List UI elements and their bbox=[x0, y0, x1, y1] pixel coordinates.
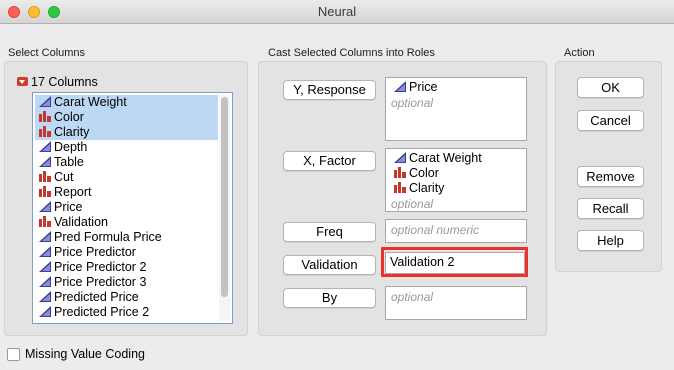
continuous-icon bbox=[39, 291, 51, 302]
by-button[interactable]: By bbox=[283, 288, 376, 308]
continuous-icon bbox=[394, 152, 406, 163]
column-label: Clarity bbox=[54, 125, 90, 139]
by-field[interactable]: optional bbox=[385, 286, 527, 320]
nominal-icon bbox=[39, 186, 51, 197]
column-label: Price bbox=[54, 200, 83, 214]
nominal-icon bbox=[39, 126, 51, 137]
column-list-item[interactable]: Price Predictor 2 bbox=[35, 260, 248, 275]
column-list-item[interactable]: Validation bbox=[35, 215, 248, 230]
column-list-item[interactable]: Table bbox=[35, 155, 248, 170]
y-response-list[interactable]: Price optional bbox=[385, 77, 527, 141]
column-label: Carat Weight bbox=[54, 95, 127, 109]
column-label: Predicted Price bbox=[54, 290, 139, 304]
disclosure-triangle-icon[interactable] bbox=[17, 77, 28, 86]
freq-field[interactable]: optional numeric bbox=[385, 219, 527, 243]
nominal-icon bbox=[394, 182, 406, 193]
column-list-item[interactable]: Pred Formula Price bbox=[35, 230, 248, 245]
column-list-item[interactable]: Carat Weight bbox=[35, 95, 218, 110]
help-button[interactable]: Help bbox=[577, 230, 644, 251]
column-list-item[interactable]: Price bbox=[35, 200, 248, 215]
column-count-label: 17 Columns bbox=[31, 75, 98, 89]
cancel-button[interactable]: Cancel bbox=[577, 110, 644, 131]
column-list-item[interactable]: Depth bbox=[35, 140, 248, 155]
select-columns-heading: Select Columns bbox=[8, 47, 86, 59]
x-factor-optional: optional bbox=[391, 197, 434, 211]
x-factor-button[interactable]: X, Factor bbox=[283, 151, 376, 171]
column-label: Validation bbox=[54, 215, 108, 229]
scrollbar-thumb[interactable] bbox=[221, 97, 228, 297]
column-label: Cut bbox=[54, 170, 74, 184]
column-list-scrollbar[interactable] bbox=[219, 95, 230, 321]
nominal-icon bbox=[39, 171, 51, 182]
remove-button[interactable]: Remove bbox=[577, 166, 644, 187]
continuous-icon bbox=[39, 231, 51, 242]
y-response-optional: optional bbox=[391, 96, 434, 110]
list-item[interactable]: Carat Weight bbox=[390, 151, 482, 166]
column-list-item[interactable]: Color bbox=[35, 110, 218, 125]
freq-optional: optional numeric bbox=[391, 223, 480, 237]
column-label: Depth bbox=[54, 140, 88, 154]
missing-value-coding-label: Missing Value Coding bbox=[25, 347, 145, 361]
recall-button[interactable]: Recall bbox=[577, 198, 644, 219]
column-list[interactable]: Carat Weight Color Clarity Depth Table Cut Rep… bbox=[32, 92, 233, 324]
column-list-item[interactable]: Report bbox=[35, 185, 248, 200]
ok-button[interactable]: OK bbox=[577, 77, 644, 98]
nominal-icon bbox=[39, 111, 51, 122]
continuous-icon bbox=[394, 81, 406, 92]
freq-button[interactable]: Freq bbox=[283, 222, 376, 242]
column-label: Price Predictor 3 bbox=[54, 275, 147, 289]
by-optional: optional bbox=[391, 290, 434, 304]
title-bar: Neural bbox=[0, 0, 674, 24]
column-label: Price Predictor bbox=[54, 245, 136, 259]
action-heading: Action bbox=[564, 47, 595, 59]
window-title: Neural bbox=[317, 4, 357, 19]
continuous-icon bbox=[39, 156, 51, 167]
y-response-button[interactable]: Y, Response bbox=[283, 80, 376, 100]
continuous-icon bbox=[39, 276, 51, 287]
column-label: Report bbox=[54, 185, 92, 199]
column-label: Table bbox=[54, 155, 84, 169]
cast-roles-heading: Cast Selected Columns into Roles bbox=[268, 47, 435, 59]
list-item[interactable]: Price bbox=[390, 80, 437, 95]
column-label: Color bbox=[54, 110, 84, 124]
continuous-icon bbox=[39, 201, 51, 212]
validation-button[interactable]: Validation bbox=[283, 255, 376, 275]
column-list-item[interactable]: Clarity bbox=[35, 125, 218, 140]
column-list-item[interactable]: Price Predictor 3 bbox=[35, 275, 248, 290]
column-label: Price Predictor 2 bbox=[54, 260, 147, 274]
column-label: Pred Formula Price bbox=[54, 230, 162, 244]
continuous-icon bbox=[39, 261, 51, 272]
continuous-icon bbox=[39, 246, 51, 257]
column-list-item[interactable]: Cut bbox=[35, 170, 248, 185]
nominal-icon bbox=[394, 167, 406, 178]
list-item[interactable]: Color bbox=[390, 166, 439, 181]
column-list-item[interactable]: Predicted Price 2 bbox=[35, 305, 248, 320]
column-list-item[interactable]: Price Predictor bbox=[35, 245, 248, 260]
list-item[interactable]: Clarity bbox=[390, 181, 444, 196]
x-factor-list[interactable]: Carat Weight Color Clarity optional bbox=[385, 148, 527, 212]
column-label: Predicted Price 2 bbox=[54, 305, 150, 319]
continuous-icon bbox=[39, 141, 51, 152]
continuous-icon bbox=[39, 96, 51, 107]
missing-value-coding-checkbox[interactable] bbox=[7, 348, 20, 361]
continuous-icon bbox=[39, 306, 51, 317]
nominal-icon bbox=[39, 216, 51, 227]
validation-highlight bbox=[381, 247, 528, 277]
column-list-item[interactable]: Predicted Price bbox=[35, 290, 248, 305]
